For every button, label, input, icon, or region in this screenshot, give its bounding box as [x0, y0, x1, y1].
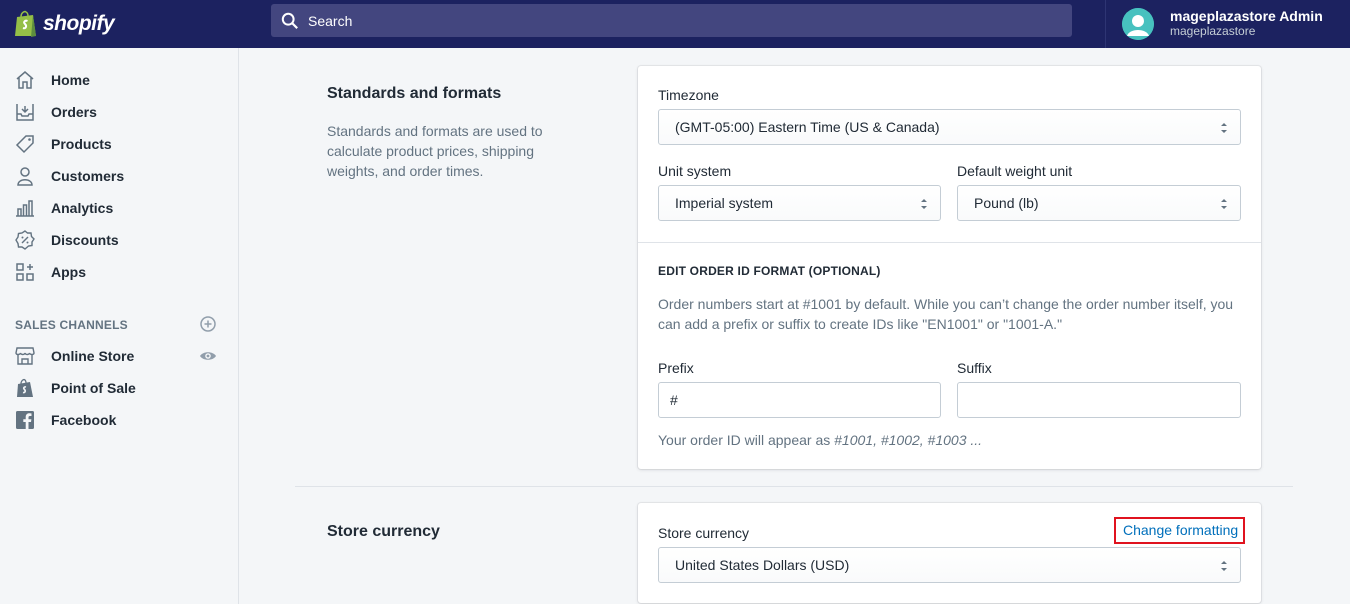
- sidebar-item-label: Customers: [51, 168, 125, 184]
- timezone-select[interactable]: (GMT-05:00) Eastern Time (US & Canada): [658, 109, 1241, 145]
- user-store: mageplazastore: [1170, 24, 1256, 38]
- sidebar-item-label: Products: [51, 136, 112, 152]
- standards-title: Standards and formats: [327, 85, 502, 102]
- timezone-value: (GMT-05:00) Eastern Time (US & Canada): [675, 119, 940, 135]
- standards-description: Standards and formats are used to calcul…: [327, 123, 543, 179]
- eye-icon[interactable]: [199, 347, 217, 365]
- sidebar-item-label: Online Store: [51, 348, 135, 364]
- store-currency-label: Store currency: [658, 525, 750, 541]
- facebook-icon: [16, 411, 34, 429]
- main-content: Standards and formats Standards and form…: [240, 48, 1350, 604]
- shopify-bag-icon: [15, 10, 36, 37]
- suffix-input[interactable]: [957, 382, 1241, 418]
- logo[interactable]: shopify: [0, 0, 239, 48]
- select-arrows-icon: [921, 199, 927, 209]
- tag-icon: [15, 135, 34, 154]
- user-menu[interactable]: mageplazastore Admin mageplazastore: [1105, 0, 1350, 48]
- person-icon: [17, 167, 33, 186]
- weight-unit-select[interactable]: Pound (lb): [957, 185, 1241, 221]
- order-id-preview-examples: #1001, #1002, #1003 ...: [834, 432, 983, 448]
- prefix-label: Prefix: [658, 360, 694, 376]
- store-icon: [15, 347, 35, 365]
- sidebar-item-discounts[interactable]: Discounts: [0, 224, 239, 256]
- sidebar-item-label: Facebook: [51, 412, 117, 428]
- order-id-heading: EDIT ORDER ID FORMAT (OPTIONAL): [658, 264, 881, 278]
- order-id-preview: Your order ID will appear as #1001, #100…: [658, 430, 982, 450]
- currency-title: Store currency: [327, 523, 440, 540]
- sidebar-item-facebook[interactable]: Facebook: [0, 404, 239, 436]
- weight-unit-value: Pound (lb): [974, 195, 1039, 211]
- avatar-person-icon: [1122, 8, 1154, 40]
- sidebar-item-apps[interactable]: Apps: [0, 256, 239, 288]
- sidebar-item-label: Orders: [51, 104, 97, 120]
- store-currency-value: United States Dollars (USD): [675, 557, 850, 573]
- unit-system-value: Imperial system: [675, 195, 774, 211]
- bar-chart-icon: [16, 200, 34, 217]
- prefix-input[interactable]: #: [658, 382, 941, 418]
- select-arrows-icon: [1221, 561, 1227, 571]
- change-formatting-highlight: Change formatting: [1114, 517, 1246, 544]
- add-channel-icon[interactable]: [199, 315, 217, 333]
- search-placeholder: Search: [308, 12, 353, 29]
- sidebar-item-label: Apps: [51, 264, 86, 280]
- sidebar-item-products[interactable]: Products: [0, 128, 239, 160]
- weight-unit-label: Default weight unit: [957, 163, 1073, 179]
- select-arrows-icon: [1221, 123, 1227, 133]
- order-id-preview-text: Your order ID will appear as: [658, 432, 835, 448]
- sidebar-item-point-of-sale[interactable]: Point of Sale: [0, 372, 239, 404]
- sidebar-item-label: Home: [51, 72, 90, 88]
- apps-icon: [16, 263, 34, 281]
- avatar: [1122, 8, 1154, 40]
- discount-icon: [15, 230, 35, 250]
- user-name: mageplazastore Admin: [1170, 8, 1323, 24]
- sidebar-item-home[interactable]: Home: [0, 64, 239, 96]
- prefix-value: #: [670, 392, 678, 408]
- sales-channels-heading: SALES CHANNELS: [15, 318, 128, 332]
- brand-name: shopify: [43, 12, 115, 35]
- unit-system-label: Unit system: [658, 163, 732, 179]
- store-currency-select[interactable]: United States Dollars (USD): [658, 547, 1241, 583]
- pos-bag-icon: [17, 378, 33, 397]
- search-icon: [281, 12, 298, 29]
- unit-system-select[interactable]: Imperial system: [658, 185, 941, 221]
- sidebar-item-customers[interactable]: Customers: [0, 160, 239, 192]
- suffix-label: Suffix: [957, 360, 992, 376]
- card-divider: [638, 242, 1261, 243]
- section-divider: [295, 486, 1293, 487]
- timezone-label: Timezone: [658, 87, 719, 103]
- change-formatting-link[interactable]: Change formatting: [1123, 522, 1238, 538]
- orders-icon: [16, 104, 34, 121]
- currency-card: Store currency Change formatting United …: [638, 503, 1261, 603]
- search-input[interactable]: Search: [271, 4, 1072, 37]
- sidebar-item-label: Discounts: [51, 232, 119, 248]
- top-bar: shopify Search mageplazastore Admin mage…: [0, 0, 1350, 48]
- sidebar-item-analytics[interactable]: Analytics: [0, 192, 239, 224]
- sidebar-item-label: Point of Sale: [51, 380, 136, 396]
- order-id-help: Order numbers start at #1001 by default.…: [658, 296, 1234, 332]
- sidebar-item-orders[interactable]: Orders: [0, 96, 239, 128]
- sidebar-item-label: Analytics: [51, 200, 114, 216]
- standards-card: Timezone (GMT-05:00) Eastern Time (US & …: [638, 66, 1261, 469]
- select-arrows-icon: [1221, 199, 1227, 209]
- sidebar: Home Orders Products Customers Analytics…: [0, 48, 239, 604]
- home-icon: [16, 71, 34, 89]
